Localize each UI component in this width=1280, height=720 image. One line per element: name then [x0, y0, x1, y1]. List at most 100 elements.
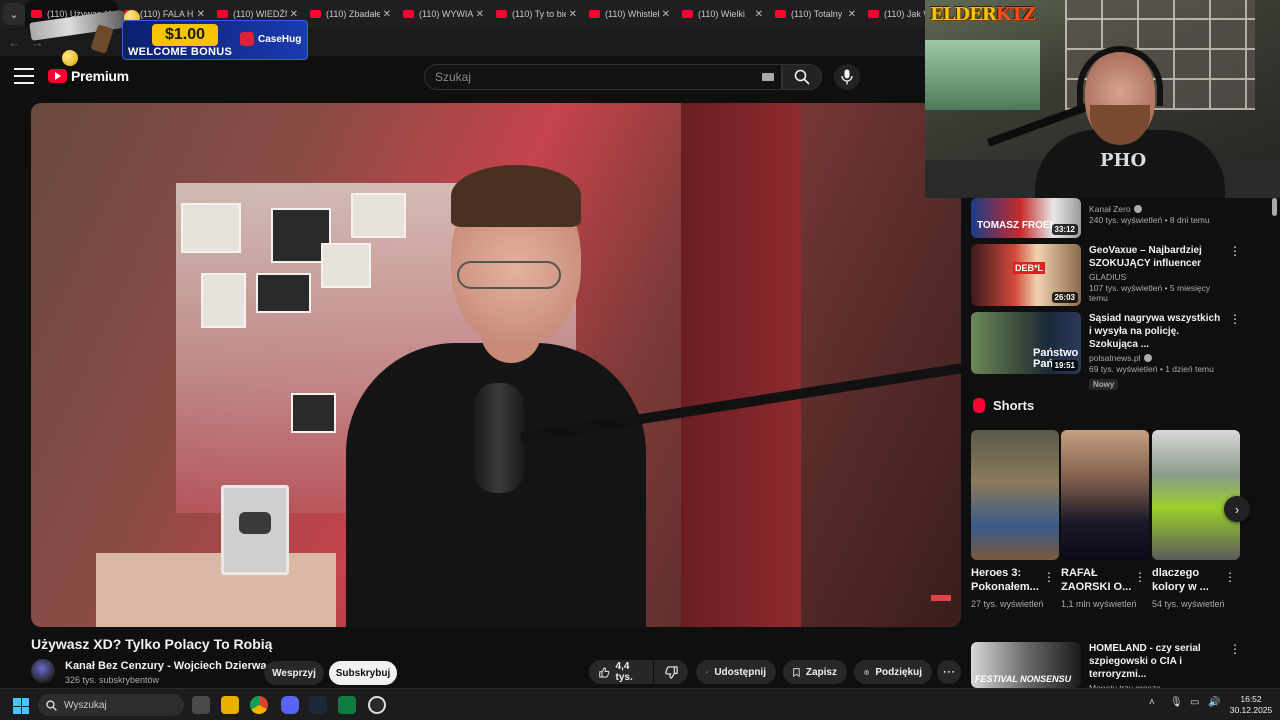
task-view-icon[interactable] [192, 696, 210, 714]
search-box[interactable] [424, 64, 782, 90]
video-scene-person [451, 165, 581, 227]
short-title[interactable]: Heroes 3: Pokonałem... [971, 566, 1047, 594]
taskbar-clock[interactable]: 16:52 30.12.2025 [1228, 694, 1274, 716]
youtube-favicon-icon [403, 10, 414, 18]
browser-tab[interactable]: (110) Totalny ✕ [769, 0, 862, 28]
recommended-video[interactable]: DEB*L 26:03 GeoVaxue – Najbardziej SZOKU… [971, 244, 1271, 308]
obs-icon[interactable] [368, 696, 386, 714]
search-button[interactable] [782, 64, 822, 90]
video-thumbnail[interactable]: DEB*L 26:03 [971, 244, 1081, 306]
video-title: Używasz XD? Tylko Polacy To Robią [31, 636, 273, 652]
browser-tab[interactable]: (110) Ty to bierzesz✕ [490, 0, 583, 28]
youtube-favicon-icon [682, 10, 693, 18]
taskbar-search[interactable]: Wyszukaj [38, 694, 184, 716]
more-vert-icon[interactable]: ⋮ [1134, 570, 1146, 584]
network-icon[interactable]: ▭ [1190, 697, 1199, 708]
streamer-webcam-overlay: PHO [925, 0, 1280, 198]
discord-icon[interactable] [281, 696, 299, 714]
like-button[interactable]: 4,4 tys. [589, 660, 653, 684]
sidebar-scrollbar[interactable] [1272, 198, 1277, 216]
channel-name[interactable]: Kanał Bez Cenzury - Wojciech Dzierwa [65, 660, 267, 672]
microphone-tray-icon[interactable]: 🎙 [1170, 697, 1183, 708]
subscribe-button[interactable]: Subskrybuj [329, 661, 397, 685]
bookmark-icon [793, 667, 800, 677]
volume-icon[interactable]: 🔊 [1208, 697, 1220, 708]
new-badge: Nowy [1089, 379, 1119, 390]
hamburger-menu-icon[interactable] [14, 68, 34, 84]
rec-channel[interactable]: GLADIUS [1089, 272, 1221, 282]
close-tab-icon[interactable]: ✕ [476, 9, 484, 20]
promo-amount: $1.00 [152, 24, 218, 46]
steam-icon[interactable] [309, 696, 327, 714]
close-tab-icon[interactable]: ✕ [755, 9, 763, 20]
short-title[interactable]: dlaczego kolory w ... [1152, 566, 1228, 594]
youtube-favicon-icon [589, 10, 600, 18]
rec-meta: 107 tys. wyświetleń • 5 miesięcy temu [1089, 283, 1211, 303]
video-player[interactable] [31, 103, 961, 627]
keyboard-icon[interactable] [762, 73, 774, 81]
video-thumbnail[interactable]: FESTIVAL NONSENSU [971, 642, 1081, 688]
browser-tab[interactable]: (110) Wielki ✕ [676, 0, 769, 28]
short-thumbnail[interactable] [1152, 430, 1240, 560]
video-scene-door [681, 103, 801, 627]
excel-icon[interactable] [338, 696, 356, 714]
rec-meta: 69 tys. wyświetleń • 1 dzień temu [1089, 364, 1214, 374]
more-vert-icon[interactable]: ⋮ [1229, 313, 1241, 328]
rec-title[interactable]: Sąsiad nagrywa wszystkich i wysyła na po… [1089, 312, 1221, 351]
rec-title[interactable]: HOMELAND - czy serial szpiegowski o CIA … [1089, 642, 1221, 681]
video-thumbnail[interactable]: TOMASZ FROEL 33:12 [971, 198, 1081, 238]
share-button[interactable]: Udostępnij [696, 660, 776, 684]
channel-avatar[interactable] [31, 659, 55, 683]
rec-channel[interactable]: Kanał Zero [1089, 204, 1131, 214]
close-tab-icon[interactable]: ✕ [569, 9, 577, 20]
youtube-play-icon [48, 69, 67, 83]
short-title[interactable]: RAFAŁ ZAORSKI O... [1061, 566, 1137, 594]
shorts-next-button[interactable]: › [1224, 496, 1250, 522]
youtube-premium-logo[interactable]: Premium [48, 68, 129, 84]
pistol-icon [29, 9, 129, 41]
share-icon [706, 670, 709, 673]
back-arrow-icon[interactable]: ← [8, 35, 21, 50]
close-tab-icon[interactable]: ✕ [383, 9, 391, 20]
recommended-video[interactable]: TOMASZ FROEL 33:12 Kanał Zero 240 tys. w… [971, 198, 1271, 240]
file-explorer-icon[interactable] [221, 696, 239, 714]
short-thumbnail[interactable] [971, 430, 1059, 560]
rec-title[interactable]: GeoVaxue – Najbardziej SZOKUJĄCY influen… [1089, 244, 1221, 270]
close-tab-icon[interactable]: ✕ [662, 9, 670, 20]
shorts-heading: Shorts [973, 398, 1034, 413]
tray-chevron-up-icon[interactable]: ˄ [1149, 697, 1155, 708]
thanks-button[interactable]: $ Podziękuj [854, 660, 932, 684]
more-vert-icon[interactable]: ⋮ [1224, 570, 1236, 584]
video-thumbnail[interactable]: Państwo Pań... 19:51 [971, 312, 1081, 374]
rec-channel[interactable]: polsatnews.pl [1089, 353, 1141, 363]
verified-icon [1143, 354, 1152, 362]
voice-search-button[interactable] [834, 64, 860, 90]
chrome-icon[interactable] [250, 696, 268, 714]
streamer-logo: ELDERKTZ [930, 4, 1036, 25]
join-button[interactable]: Wesprzyj [264, 661, 324, 685]
casino-promo-overlay: $1.00 WELCOME BONUS CaseHug [29, 2, 308, 66]
more-vert-icon[interactable]: ⋮ [1043, 570, 1055, 584]
search-input[interactable] [435, 70, 755, 84]
dislike-button[interactable] [654, 660, 688, 684]
short-thumbnail[interactable] [1061, 430, 1149, 560]
browser-tab[interactable]: (110) WYWIAD✕ [397, 0, 490, 28]
browser-tab[interactable]: (110) Whistleblower✕ [583, 0, 676, 28]
video-scene-photo [321, 243, 371, 288]
subscriber-count: 326 tys. subskrybentów [65, 675, 160, 685]
search-icon [46, 699, 57, 711]
more-vert-icon[interactable]: ⋮ [1229, 245, 1241, 260]
more-actions-button[interactable]: ⋯ [937, 660, 961, 684]
more-vert-icon[interactable]: ⋮ [1229, 643, 1241, 658]
more-dots-icon: ⋯ [942, 664, 956, 679]
youtube-favicon-icon [868, 10, 879, 18]
windows-start-icon[interactable] [13, 698, 29, 714]
save-button[interactable]: Zapisz [783, 660, 847, 684]
recommended-video[interactable]: Państwo Pań... 19:51 Sąsiad nagrywa wszy… [971, 312, 1271, 390]
tab-search-button[interactable]: ⌄ [3, 3, 25, 25]
video-duration: 19:51 [1051, 360, 1078, 371]
close-tab-icon[interactable]: ✕ [848, 9, 856, 20]
recommended-video[interactable]: FESTIVAL NONSENSU HOMELAND - czy serial … [971, 642, 1271, 693]
like-count: 4,4 tys. [615, 661, 633, 683]
browser-tab[interactable]: (110) Zbadałem✕ [304, 0, 397, 28]
